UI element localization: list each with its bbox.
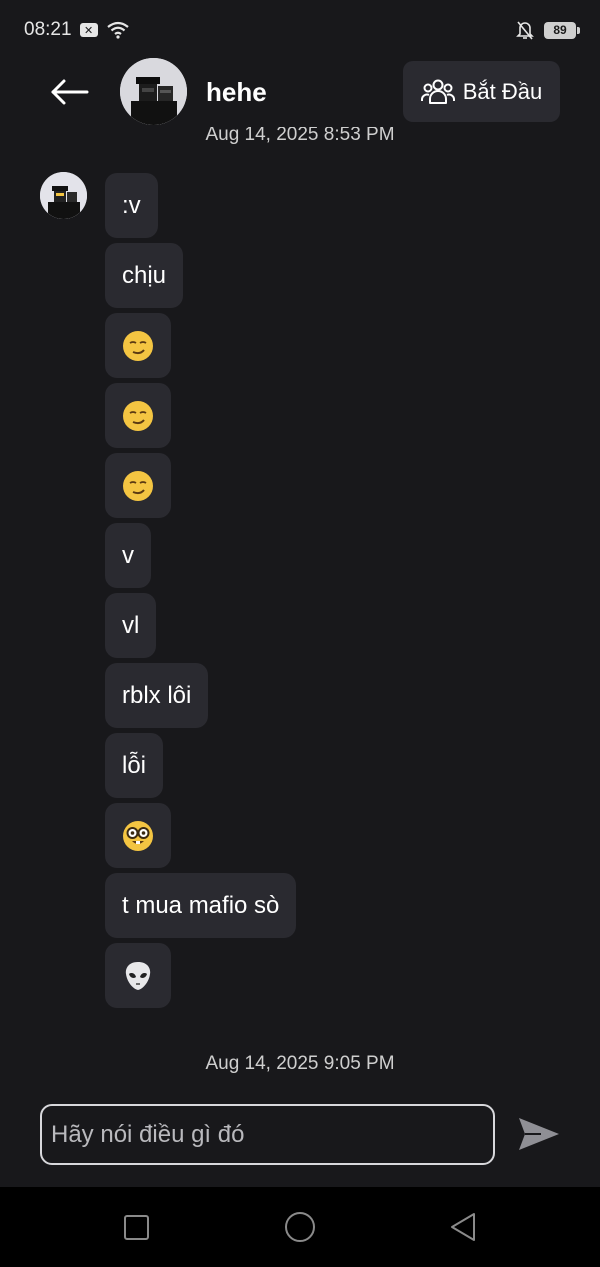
message-text: t mua mafio sò <box>122 891 280 919</box>
message-bubble[interactable]: t mua mafio sò <box>105 873 297 938</box>
message-input[interactable]: Hãy nói điều gì đó <box>40 1104 495 1165</box>
message-bubble[interactable] <box>105 453 171 518</box>
contact-name[interactable]: hehe <box>206 77 267 108</box>
message-bubble[interactable] <box>105 313 171 378</box>
message-text: lỗi <box>122 751 147 779</box>
smirking-face-emoji <box>123 330 153 361</box>
recent-apps-icon[interactable] <box>124 1215 149 1240</box>
back-icon[interactable] <box>449 1212 477 1242</box>
avatar-image <box>120 58 187 125</box>
message-bubble[interactable]: lỗi <box>105 733 164 798</box>
message-input-placeholder: Hãy nói điều gì đó <box>51 1120 245 1148</box>
message-bubble[interactable] <box>105 383 171 448</box>
start-button[interactable]: Bắt Đầu <box>403 61 560 122</box>
nerd-face-emoji <box>123 820 153 851</box>
avatar-image <box>40 172 87 219</box>
message-bubble[interactable]: :v <box>105 173 158 238</box>
contact-avatar[interactable] <box>120 58 187 125</box>
home-icon[interactable] <box>285 1212 315 1242</box>
message-avatar[interactable] <box>40 172 87 219</box>
message-text: :v <box>122 191 141 219</box>
back-arrow-icon <box>51 79 89 105</box>
timestamp-top: Aug 14, 2025 8:53 PM <box>205 124 395 145</box>
alien-emoji <box>125 961 151 990</box>
system-nav-bar <box>0 1187 600 1267</box>
smirking-face-emoji <box>123 470 153 501</box>
message-text: chịu <box>122 261 167 289</box>
message-bubble[interactable] <box>105 943 171 1008</box>
message-bubble[interactable]: rblx lôi <box>105 663 209 728</box>
send-button[interactable] <box>515 1112 563 1156</box>
timestamp-bottom: Aug 14, 2025 9:05 PM <box>205 1053 395 1074</box>
send-icon <box>519 1118 559 1150</box>
back-button[interactable] <box>46 69 92 115</box>
chat-header: hehe Bắt Đầu <box>0 55 600 127</box>
message-text: rblx lôi <box>122 681 192 709</box>
start-button-label: Bắt Đầu <box>462 78 543 104</box>
smirking-face-emoji <box>123 400 153 431</box>
message-bubble[interactable]: vl <box>105 593 157 658</box>
message-text: v <box>122 541 134 569</box>
group-icon <box>420 79 455 104</box>
chat-area[interactable]: Aug 14, 2025 8:53 PM :v chịu v vl rblx l… <box>0 0 600 1100</box>
message-bubble[interactable]: v <box>105 523 151 588</box>
message-bubble[interactable] <box>105 803 171 868</box>
message-bubble[interactable]: chịu <box>105 243 184 308</box>
message-text: vl <box>122 611 140 639</box>
